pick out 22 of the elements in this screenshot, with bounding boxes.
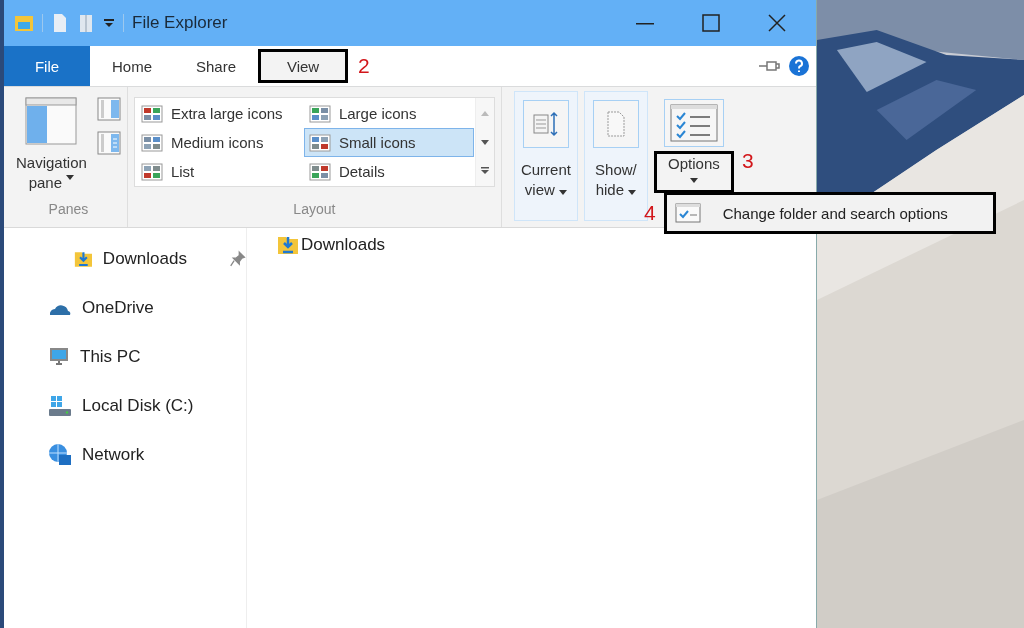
layout-option[interactable]: Small icons [303,128,474,157]
sidebar-item[interactable]: Downloads [4,234,246,283]
layout-option[interactable]: Medium icons [135,128,304,157]
callout-number: 3 [741,149,754,173]
ribbon-tab[interactable]: File [4,46,90,86]
menu-item[interactable]: Change folder and search options [663,192,996,234]
layout-option[interactable]: List [135,157,304,186]
sidebar-item[interactable]: This PC [4,332,246,381]
callout-number: 2 [358,54,370,78]
ribbon-tab[interactable]: View [258,49,349,83]
group-label: Layout [293,201,336,219]
file-item[interactable]: Downloads [277,232,816,258]
window-title: File Explorer [132,13,228,33]
sidebar-item[interactable]: Network [4,430,246,479]
layout-option[interactable]: Large icons [303,99,474,128]
group-label: Panes [48,201,89,219]
sidebar-item[interactable]: Local Disk (C:) [4,381,246,430]
navigation-pane-button[interactable]: Navigation pane [16,91,87,201]
layout-option[interactable]: Details [303,157,474,186]
layout-option[interactable]: Extra large icons [135,99,304,128]
sidebar-item[interactable]: OneDrive [4,283,246,332]
ribbon-button[interactable]: Current view [513,91,578,221]
